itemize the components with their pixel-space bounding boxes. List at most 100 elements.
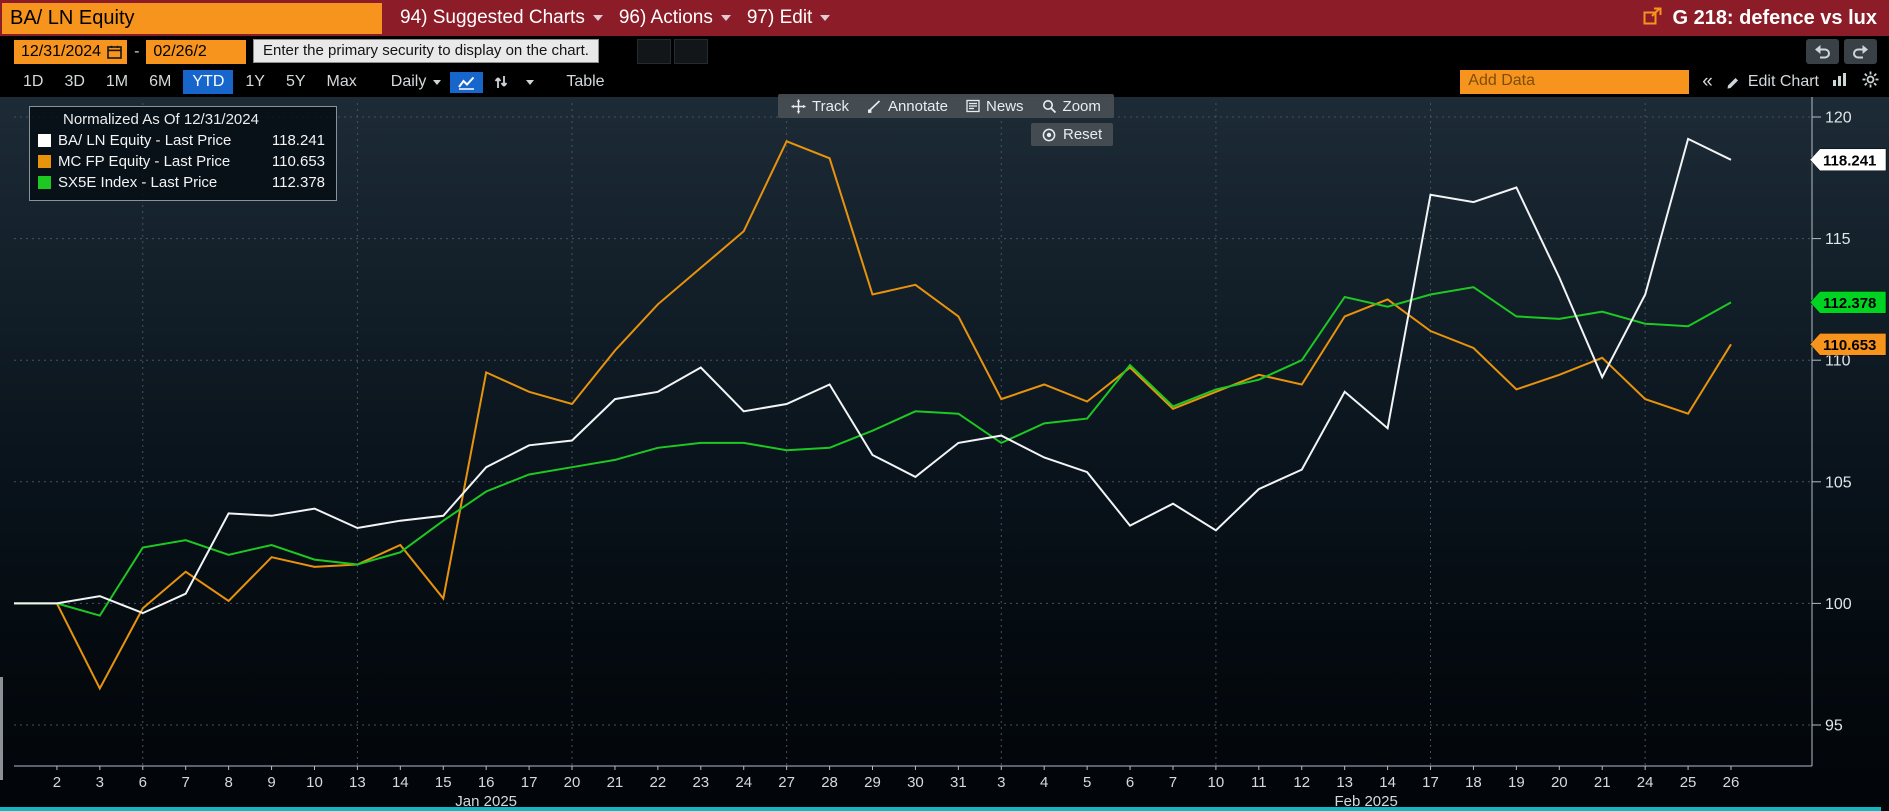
legend-entry-ba-ln[interactable]: BA/ LN Equity - Last Price 118.241: [38, 130, 325, 151]
x-tick-label: 21: [1594, 774, 1611, 791]
menu-edit[interactable]: 97) Edit: [747, 7, 831, 29]
chart-legend: Normalized As Of 12/31/2024 BA/ LN Equit…: [29, 106, 337, 201]
security-input[interactable]: [2, 2, 382, 34]
add-data-input[interactable]: Add Data: [1460, 70, 1690, 94]
x-tick-label: 21: [607, 774, 624, 791]
bottom-accent-bar: [0, 807, 1881, 811]
x-tick-label: 20: [564, 774, 581, 791]
up-down-arrows-icon: [495, 76, 508, 88]
range-max[interactable]: Max: [318, 70, 366, 94]
redo-button[interactable]: [1844, 39, 1877, 64]
legend-entry-mc-fp[interactable]: MC FP Equity - Last Price 110.653: [38, 151, 325, 172]
period-dropdown[interactable]: Daily: [385, 70, 448, 94]
price-callout-label: 112.378: [1823, 295, 1876, 312]
x-tick-label: 23: [692, 774, 709, 791]
x-tick-label: 9: [267, 774, 275, 791]
title-bar: 94) Suggested Charts 96) Actions 97) Edi…: [0, 0, 1889, 36]
series-line-2[interactable]: [14, 286, 1732, 617]
chevron-down-icon: [592, 15, 603, 21]
x-tick-label: 16: [478, 774, 495, 791]
x-tick-label: 25: [1680, 774, 1697, 791]
range-1m[interactable]: 1M: [97, 70, 137, 94]
series-swatch: [38, 134, 51, 147]
x-tick-label: 19: [1508, 774, 1525, 791]
x-tick-label: 18: [1465, 774, 1482, 791]
range-ytd[interactable]: YTD: [183, 70, 234, 94]
menu-label: 96) Actions: [618, 7, 713, 28]
y-tick-label: 105: [1825, 474, 1852, 491]
x-tick-label: 24: [735, 774, 752, 791]
legend-title: Normalized As Of 12/31/2024: [63, 111, 259, 128]
x-tick-label: 7: [182, 774, 190, 791]
toolbar-field-stub[interactable]: [674, 39, 708, 64]
compare-tool-button[interactable]: [486, 71, 516, 93]
edit-chart-button[interactable]: Edit Chart: [1726, 73, 1819, 91]
x-tick-label: 10: [1208, 774, 1225, 791]
y-tick-label: 95: [1825, 718, 1843, 735]
price-chart-canvas[interactable]: 951001051101151202 3 6 7 8 9 10 13 14 15 16 17 20 21 2…: [0, 97, 1889, 811]
date-from-field[interactable]: 12/31/2024: [14, 39, 128, 64]
series-swatch: [38, 155, 51, 168]
table-view-button[interactable]: Table: [558, 70, 612, 94]
news-button[interactable]: News: [957, 98, 1033, 115]
range-6m[interactable]: 6M: [140, 70, 180, 94]
news-icon: [966, 99, 980, 113]
x-tick-label: 14: [392, 774, 409, 791]
legend-entry-sx5e[interactable]: SX5E Index - Last Price 112.378: [38, 172, 325, 193]
settings-gear-icon[interactable]: [1862, 71, 1879, 93]
calendar-icon[interactable]: [107, 45, 122, 59]
annotate-button[interactable]: Annotate: [858, 98, 957, 115]
chevron-down-icon: [820, 15, 831, 21]
date-to-field[interactable]: 02/26/2: [146, 39, 247, 64]
x-tick-label: 6: [139, 774, 147, 791]
annotate-icon: [867, 100, 881, 113]
x-tick-label: 28: [821, 774, 838, 791]
x-tick-label: 15: [435, 774, 452, 791]
range-5y[interactable]: 5Y: [277, 70, 315, 94]
toolbar-field-stub[interactable]: [637, 39, 671, 64]
x-tick-label: 8: [224, 774, 232, 791]
x-tick-label: 3: [997, 774, 1005, 791]
x-tick-label: 24: [1637, 774, 1654, 791]
menu-actions[interactable]: 96) Actions: [619, 7, 731, 29]
range-1d[interactable]: 1D: [14, 70, 52, 94]
collapse-panel-button[interactable]: «: [1702, 71, 1713, 93]
x-tick-label: 2: [53, 774, 61, 791]
x-tick-label: 13: [1336, 774, 1353, 791]
security-field-tooltip: Enter the primary security to display on…: [253, 39, 599, 63]
chart-annotate-icon[interactable]: [1832, 72, 1849, 92]
track-button[interactable]: Track: [782, 98, 858, 115]
x-tick-label: 12: [1293, 774, 1310, 791]
series-line-1[interactable]: [14, 140, 1732, 691]
x-tick-label: 17: [521, 774, 538, 791]
left-edge-strip: [0, 677, 3, 780]
undo-button[interactable]: [1806, 39, 1839, 64]
line-chart-icon: [458, 76, 475, 90]
reset-zoom-button[interactable]: Reset: [1031, 123, 1114, 146]
x-tick-label: 31: [950, 774, 967, 791]
zoom-button[interactable]: Zoom: [1033, 98, 1110, 115]
y-tick-label: 100: [1825, 596, 1852, 613]
series-swatch: [38, 176, 51, 189]
chevron-down-icon: [720, 15, 731, 21]
x-tick-label: 7: [1169, 774, 1177, 791]
series-line-0[interactable]: [14, 137, 1732, 615]
magnifier-icon: [1042, 99, 1056, 113]
pop-out-icon[interactable]: [1643, 7, 1662, 30]
menu-suggested-charts[interactable]: 94) Suggested Charts: [400, 7, 603, 29]
range-1y[interactable]: 1Y: [236, 70, 274, 94]
chevron-down-icon: [526, 79, 535, 85]
chart-settings-row: 12/31/2024 - 02/26/2 Enter the primary s…: [0, 36, 1889, 67]
x-tick-label: 29: [864, 774, 881, 791]
menu-label: 94) Suggested Charts: [400, 7, 585, 28]
line-chart-type-button[interactable]: [450, 71, 484, 93]
range-3d[interactable]: 3D: [55, 70, 93, 94]
x-tick-label: 14: [1379, 774, 1396, 791]
x-tick-label: 22: [650, 774, 667, 791]
reset-target-icon: [1042, 128, 1056, 141]
x-tick-label: 10: [306, 774, 323, 791]
x-tick-label: 20: [1551, 774, 1568, 791]
window-title: G 218: defence vs lux: [1672, 6, 1877, 29]
chart-overlay-toolbar: Track Annotate News Zoom: [778, 94, 1114, 118]
chart-type-dropdown[interactable]: [519, 77, 541, 88]
